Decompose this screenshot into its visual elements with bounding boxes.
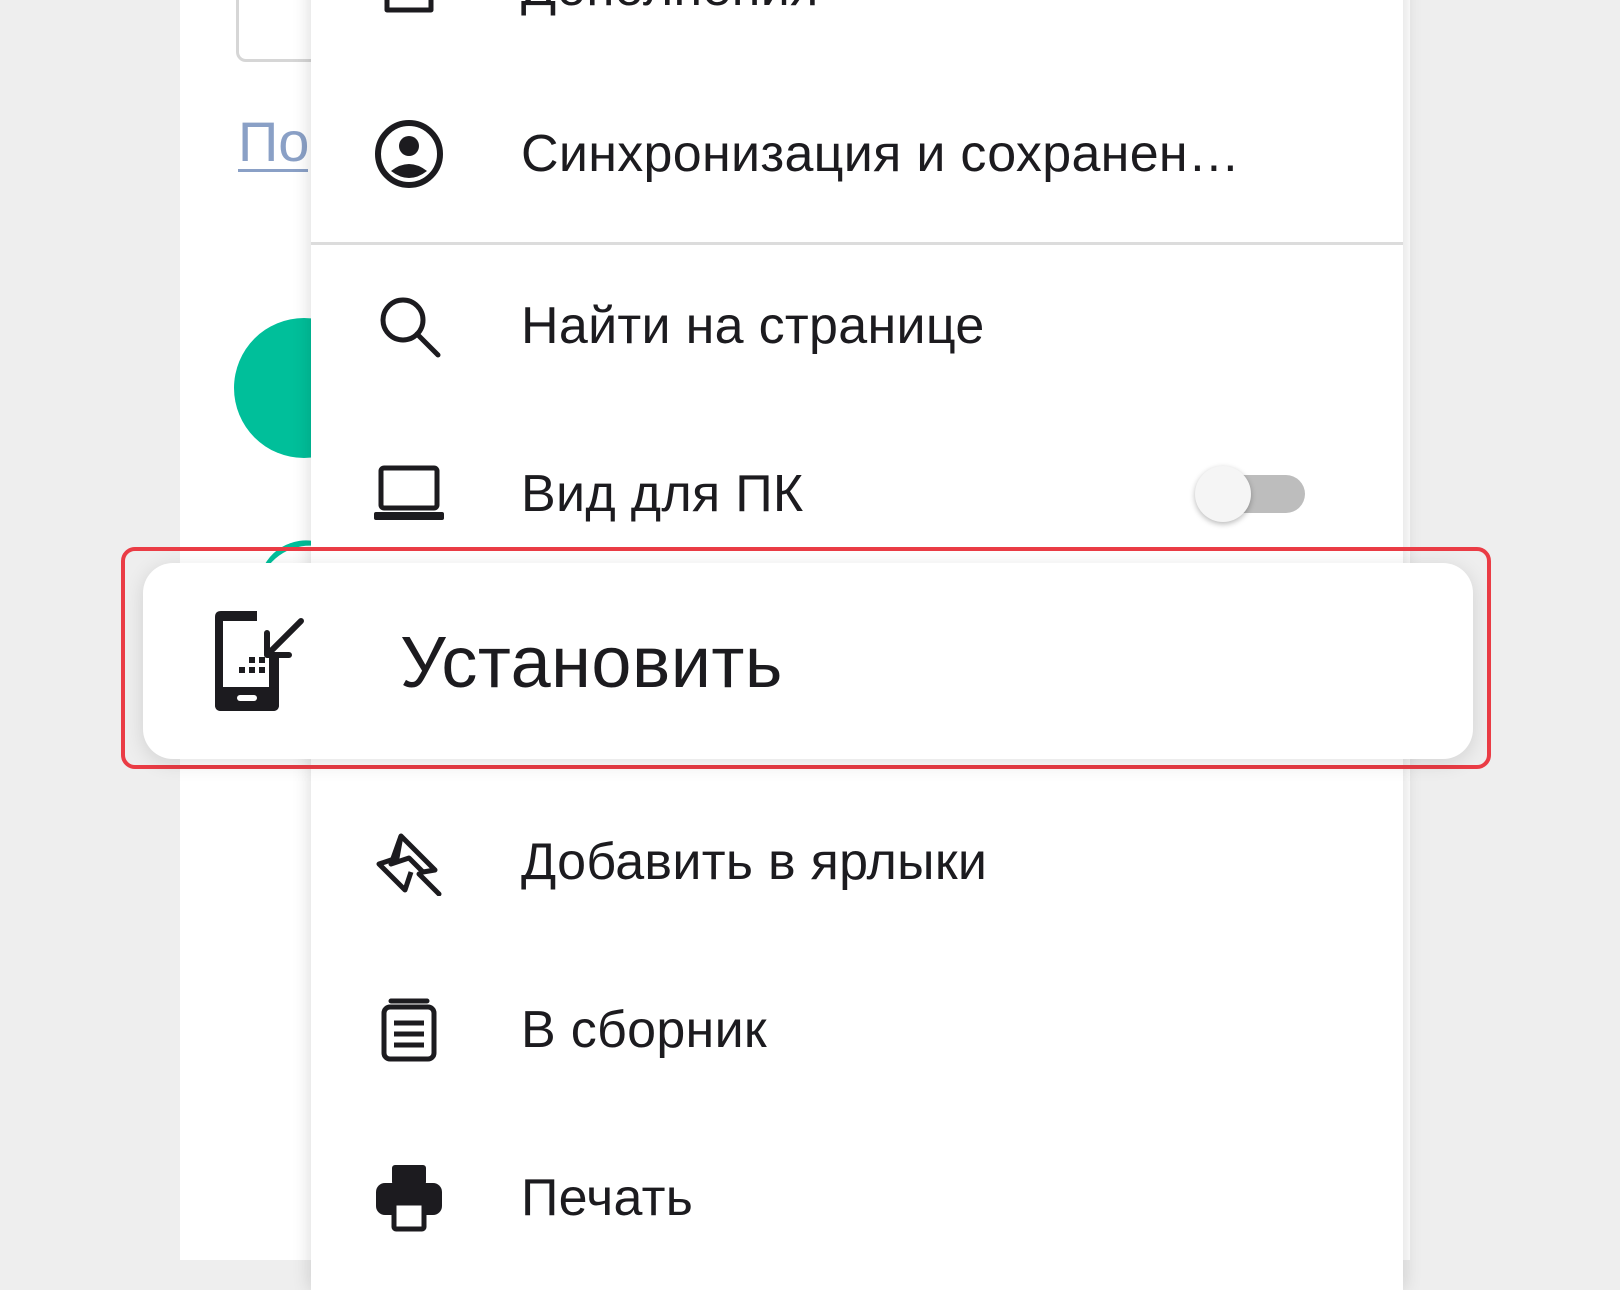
menu-item-sync[interactable]: Синхронизация и сохранен… [311,70,1403,238]
puzzle-icon [373,0,445,24]
page-link[interactable]: По [238,112,308,172]
menu-item-install[interactable]: Установить [143,563,1473,759]
menu-item-print[interactable]: Печать [311,1114,1403,1282]
printer-icon [373,1162,445,1234]
menu-item-label: Добавить в ярлыки [521,833,988,891]
menu-item-label: Вид для ПК [521,465,804,523]
toggle-thumb [1195,466,1251,522]
menu-item-label: Синхронизация и сохранен… [521,125,1241,183]
desktop-view-toggle[interactable] [1195,466,1305,522]
laptop-icon [373,458,445,530]
menu-item-collection[interactable]: В сборник [311,946,1403,1114]
account-circle-icon [373,118,445,190]
menu-item-find-in-page[interactable]: Найти на странице [311,242,1403,410]
install-label: Установить [400,623,783,703]
menu-item-add-shortcut[interactable]: Добавить в ярлыки [311,778,1403,946]
menu-item-label: В сборник [521,1001,767,1059]
search-icon [373,290,445,362]
menu-item-label: Найти на странице [521,297,985,355]
collection-icon [373,994,445,1066]
pin-icon [373,826,445,898]
menu-item-label: Дополнения [521,0,819,18]
install-app-icon [209,609,309,713]
menu-item-addons[interactable]: Дополнения [311,0,1403,72]
menu-item-label: Печать [521,1169,694,1227]
